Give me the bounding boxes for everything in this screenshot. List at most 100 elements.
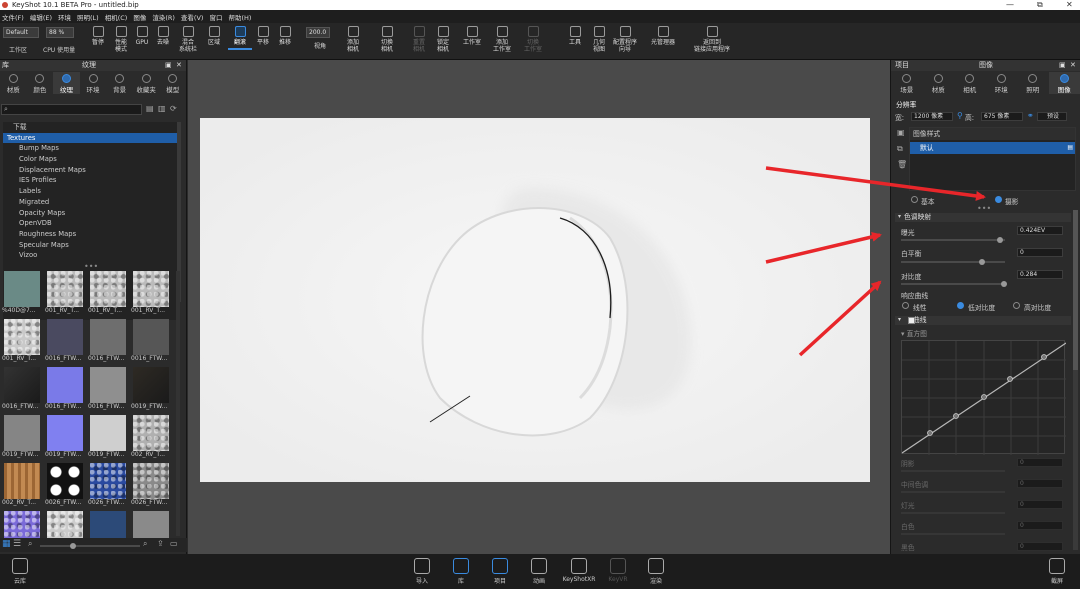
toolbar-config-button[interactable]: 配置程序 向导 [610,26,640,53]
thumb-size-knob[interactable] [70,543,76,549]
panel-close-icon[interactable]: ✕ [176,60,182,71]
tree-item[interactable]: Displacement Maps [3,165,177,176]
list-view-icon[interactable]: ☰ [13,539,21,549]
texture-thumbnail[interactable]: 0016_FTW... [88,367,128,413]
toolbar-studio-button[interactable]: 工作室 [457,26,487,46]
panel-close-icon[interactable]: ✕ [1070,60,1076,71]
texture-thumbnail[interactable]: 0026_FTW... [45,463,85,509]
mode-photo-radio[interactable] [995,196,1002,203]
cloud-library-button[interactable]: 云库 [6,558,34,585]
panel-float-icon[interactable]: ▣ [165,60,172,71]
minimize-icon[interactable]: — [1006,0,1014,10]
tab-lighting[interactable]: 照明 [1017,72,1049,94]
texture-thumbnail[interactable]: 0026_FTW... [131,463,171,509]
tree-item[interactable]: Roughness Maps [3,229,177,240]
zoom-in-icon[interactable]: ⌕ [143,539,147,549]
toolbar-fov-button[interactable]: 视角 [305,43,335,50]
texture-thumbnail[interactable]: 001_RV_T... [2,319,42,365]
tree-item[interactable]: IES Profiles [3,175,177,186]
exposure-knob[interactable] [997,237,1003,243]
menu-lighting[interactable]: 照明(L) [77,12,99,22]
menu-help[interactable]: 帮助(H) [228,12,251,22]
folder-icon[interactable]: ▭ [170,539,178,548]
refresh-icon[interactable]: ⟳ [170,104,177,113]
grid-view-icon[interactable]: ▦ [2,539,11,549]
curve-adjust-field[interactable]: 0 [1017,479,1063,488]
toolbar-add-cam-button[interactable]: 添加 相机 [338,26,368,53]
toolbar-add-studio-button[interactable]: 添加 工作室 [487,26,517,53]
render-viewport[interactable] [188,60,890,554]
contrast-field[interactable]: 0.284 [1017,270,1063,279]
tab-camera[interactable]: 相机 [954,72,986,94]
screenshot-button[interactable]: 截屏 [1043,558,1071,585]
toolbar-push-button[interactable]: 推移 [270,26,300,46]
workspace-select[interactable]: Default [3,27,39,38]
render-image[interactable] [200,118,870,482]
texture-thumbnail[interactable]: 001_RV_T... [131,271,171,317]
render-button[interactable]: 渲染 [642,558,670,585]
texture-thumbnail[interactable]: %40D@7... [2,271,42,317]
exposure-field[interactable]: 0.424EV [1017,226,1063,235]
import-folder-icon[interactable]: ▥ [158,104,166,113]
mode-basic-radio[interactable] [911,196,918,203]
contrast-slider[interactable] [901,281,1007,287]
curve-graph[interactable] [901,340,1067,455]
zoom-field[interactable]: 200.0 [306,27,330,38]
menu-render[interactable]: 渲染(R) [152,12,175,22]
delete-style-icon[interactable]: 🗑 [897,160,907,169]
curve-low-contrast-radio[interactable] [957,302,964,309]
tree-item[interactable]: Vizoo [3,250,177,261]
tree-item[interactable]: Labels [3,186,177,197]
menu-edit[interactable]: 编辑(E) [30,12,52,22]
toolbar-light-mgr-button[interactable]: 光管理器 [648,26,678,46]
animation-button[interactable]: 动画 [525,558,553,585]
tab-backplates[interactable]: 背景 [106,72,133,94]
tab-colors[interactable]: 颜色 [27,72,54,94]
texture-thumbnail[interactable]: 0019_FTW... [45,415,85,461]
menu-view[interactable]: 查看(V) [181,12,204,22]
texture-thumbnail[interactable]: 002_RV_T... [2,463,42,509]
contrast-knob[interactable] [1001,281,1007,287]
thumb-size-slider[interactable] [40,543,140,549]
tab-material[interactable]: 材质 [923,72,955,94]
texture-thumbnail[interactable]: 0016_FTW... [45,319,85,365]
tree-item[interactable]: Color Maps [3,154,177,165]
image-style-default[interactable]: 默认 ▤ [910,142,1075,154]
zoom-out-icon[interactable]: ⌕ [28,539,32,549]
maximize-icon[interactable]: ⧉ [1037,0,1043,10]
toolbar-lock-cam-button[interactable]: 锁定 相机 [428,26,458,53]
texture-thumbnail[interactable]: 0016_FTW... [88,319,128,365]
preset-select[interactable]: 预设 [1037,112,1067,121]
menu-window[interactable]: 窗口 [209,12,222,22]
tab-image[interactable]: 图像 [1048,72,1080,94]
add-folder-icon[interactable]: ▤ [146,104,154,113]
texture-thumbnail[interactable]: 001_RV_T... [88,271,128,317]
tab-environments[interactable]: 环境 [80,72,107,94]
duplicate-style-icon[interactable]: ⧉ [897,144,903,154]
exposure-slider[interactable] [901,237,1005,243]
toolbar-back-button[interactable]: 返回到 链接应用程序 [690,26,734,53]
import-button[interactable]: 导入 [408,558,436,585]
white-balance-slider[interactable] [901,259,1005,265]
tab-textures[interactable]: 纹理 [53,72,80,94]
toolbar-switch-studio-button[interactable]: 切换 工作室 [518,26,548,53]
library-search-input[interactable]: ⌕ [1,104,142,115]
cpu-select[interactable]: 88 % [46,27,74,38]
curve-adjust-field[interactable]: 0 [1017,542,1063,551]
tab-materials[interactable]: 材质 [0,72,27,94]
thumbs-scrollbar[interactable] [176,271,180,536]
tree-item[interactable]: OpenVDB [3,218,177,229]
lock-aspect-icon[interactable]: ⚲ [957,111,963,120]
width-field[interactable]: 1200 像素 [911,112,953,121]
panel-splitter-icon[interactable]: ••• [84,262,98,271]
section-splitter-icon[interactable]: ••• [977,204,991,213]
tab-environment[interactable]: 环境 [986,72,1018,94]
texture-thumbnail[interactable]: 001_RV_T... [45,271,85,317]
menu-camera[interactable]: 相机(C) [105,12,128,22]
tab-scene[interactable]: 场景 [891,72,923,94]
curve-adjust-field[interactable]: 0 [1017,458,1063,467]
curves-enable-checkbox[interactable] [908,317,915,324]
texture-thumbnail[interactable]: 0016_FTW... [2,367,42,413]
texture-thumbnail[interactable]: 0019_FTW... [131,367,171,413]
project-tab-label[interactable]: 项目 [895,60,909,71]
